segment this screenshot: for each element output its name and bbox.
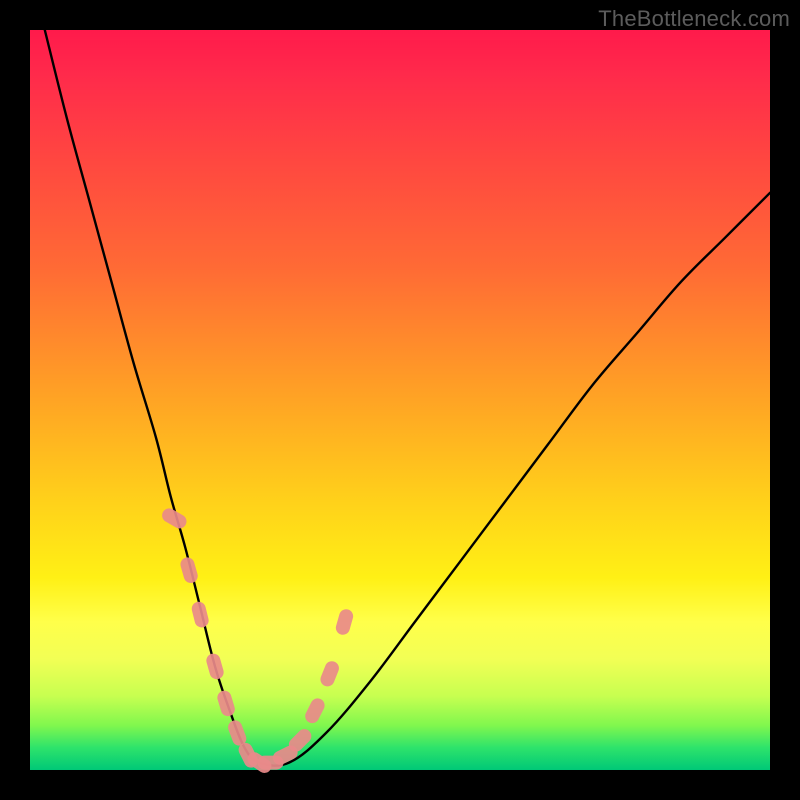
curve-marker bbox=[318, 659, 341, 688]
bottleneck-curve bbox=[45, 30, 770, 766]
plot-area bbox=[30, 30, 770, 770]
chart-frame: TheBottleneck.com bbox=[0, 0, 800, 800]
curve-marker bbox=[334, 608, 355, 637]
watermark-text: TheBottleneck.com bbox=[598, 6, 790, 32]
curve-marker bbox=[190, 600, 210, 629]
curve-marker bbox=[216, 689, 237, 718]
curve-marker bbox=[205, 652, 226, 681]
curve-marker bbox=[179, 556, 200, 585]
curve-svg bbox=[30, 30, 770, 770]
curve-marker bbox=[303, 696, 327, 726]
